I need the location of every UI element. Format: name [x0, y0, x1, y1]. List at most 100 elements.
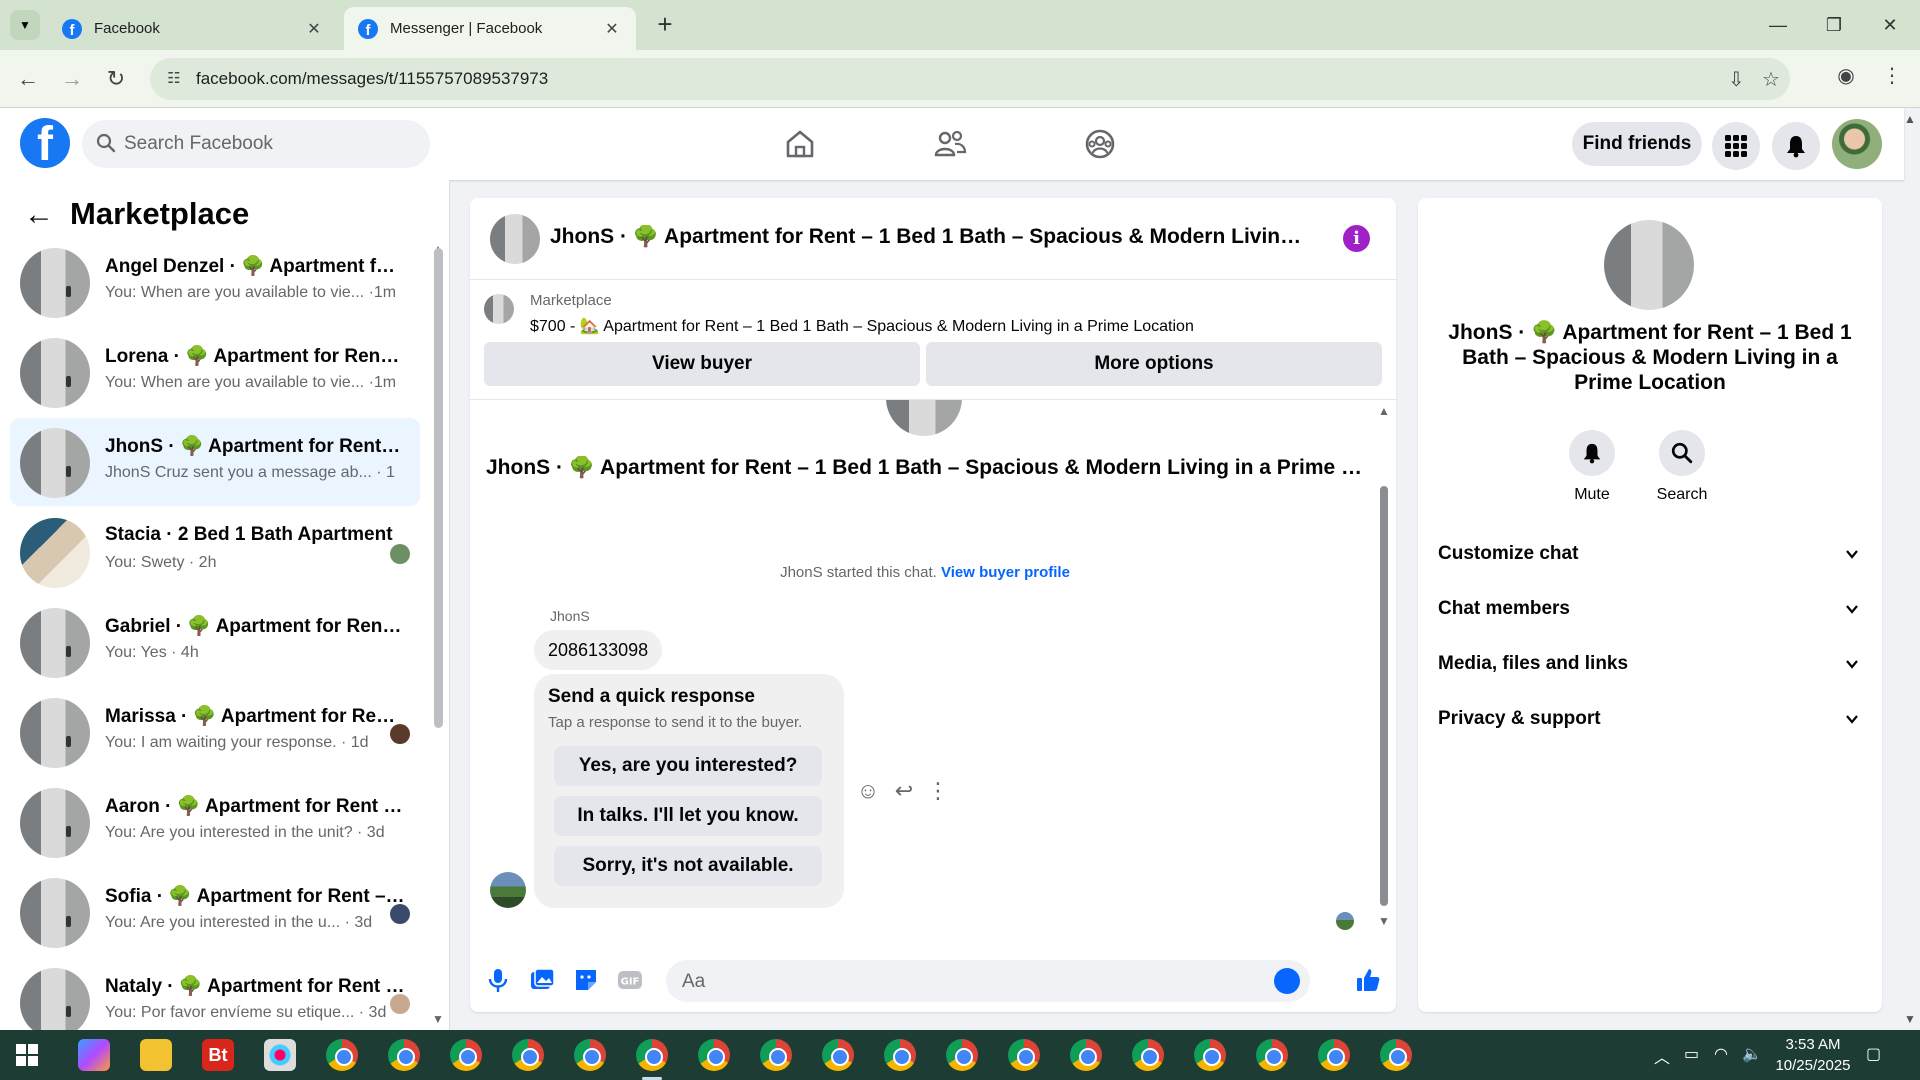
wifi-icon[interactable]: ◠: [1714, 1044, 1728, 1064]
conversation-item[interactable]: Aaron · 🌳 Apartment for Rent – 1 Bed 1 B…: [10, 778, 420, 866]
chrome-taskbar-icon[interactable]: [1380, 1039, 1412, 1071]
chrome-taskbar-icon[interactable]: [1256, 1039, 1288, 1071]
browser-tab-facebook[interactable]: f Facebook ✕: [48, 7, 338, 50]
page-scroll-up-arrow-icon[interactable]: ▲: [1904, 112, 1916, 126]
emoji-picker-icon[interactable]: [1274, 968, 1300, 994]
listing-description[interactable]: $700 - 🏡 Apartment for Rent – 1 Bed 1 Ba…: [530, 316, 1194, 336]
file-explorer-icon[interactable]: [140, 1039, 172, 1071]
chrome-taskbar-icon[interactable]: [450, 1039, 482, 1071]
chrome-taskbar-icon[interactable]: [760, 1039, 792, 1071]
facebook-logo[interactable]: f: [20, 118, 70, 168]
new-tab-button[interactable]: +: [650, 10, 680, 40]
scroll-down-arrow-icon[interactable]: ▼: [432, 1012, 444, 1026]
chrome-taskbar-icon[interactable]: [326, 1039, 358, 1071]
sender-avatar[interactable]: [490, 872, 526, 908]
photo-icon[interactable]: [528, 966, 556, 994]
chrome-taskbar-icon[interactable]: [698, 1039, 730, 1071]
back-arrow-icon[interactable]: ←: [12, 63, 44, 95]
chat-members-section[interactable]: Chat members: [1438, 589, 1862, 629]
sticker-icon[interactable]: [572, 966, 600, 994]
thumbs-up-like-icon[interactable]: [1354, 966, 1382, 994]
close-tab-icon[interactable]: ✕: [602, 19, 622, 39]
conversation-item[interactable]: Angel Denzel · 🌳 Apartment for Rent – 1 …: [10, 238, 420, 326]
find-friends-button[interactable]: Find friends: [1572, 122, 1702, 166]
friends-icon[interactable]: [928, 122, 972, 166]
mute-button[interactable]: Mute: [1552, 430, 1632, 504]
chrome-taskbar-icon[interactable]: [946, 1039, 978, 1071]
minimize-window-icon[interactable]: —: [1758, 10, 1798, 40]
url-text[interactable]: facebook.com/messages/t/1155757089537973: [196, 69, 548, 89]
bookmark-star-icon[interactable]: ☆: [1762, 67, 1780, 92]
customize-chat-section[interactable]: Customize chat: [1438, 534, 1862, 574]
quick-reply-yes-button[interactable]: Yes, are you interested?: [554, 746, 822, 786]
close-tab-icon[interactable]: ✕: [304, 19, 324, 39]
conversation-info-icon[interactable]: i: [1343, 225, 1370, 252]
home-icon[interactable]: [778, 122, 822, 166]
forward-arrow-icon[interactable]: →: [56, 63, 88, 95]
restore-window-icon[interactable]: ❐: [1814, 10, 1854, 40]
copilot-icon[interactable]: [78, 1039, 110, 1071]
search-in-conversation-button[interactable]: Search: [1642, 430, 1722, 504]
conversation-item[interactable]: Lorena · 🌳 Apartment for Rent – 1 Bed 1 …: [10, 328, 420, 416]
chrome-taskbar-icon[interactable]: [1070, 1039, 1102, 1071]
conversation-item[interactable]: Nataly · 🌳 Apartment for Rent – 1 Bed 1 …: [10, 958, 420, 1030]
chrome-taskbar-icon[interactable]: [574, 1039, 606, 1071]
install-app-icon[interactable]: ⇩: [1728, 67, 1745, 92]
gif-icon[interactable]: GIF: [616, 966, 644, 994]
quick-reply-not-available-button[interactable]: Sorry, it's not available.: [554, 846, 822, 886]
microphone-icon[interactable]: [484, 966, 512, 994]
tray-overflow-chevron-icon[interactable]: ︿: [1654, 1044, 1670, 1068]
scroll-down-arrow-icon[interactable]: ▼: [1378, 914, 1390, 928]
battery-icon[interactable]: ▭: [1684, 1044, 1699, 1064]
conversation-item[interactable]: Stacia · 2 Bed 1 Bath Apartment You: Swe…: [10, 508, 420, 596]
chrome-taskbar-icon[interactable]: [1008, 1039, 1040, 1071]
conversation-list-scrollbar[interactable]: [434, 248, 443, 728]
groups-icon[interactable]: [1078, 122, 1122, 166]
quick-reply-in-talks-button[interactable]: In talks. I'll let you know.: [554, 796, 822, 836]
paint-app-icon[interactable]: [264, 1039, 296, 1071]
site-info-icon[interactable]: ☷: [164, 69, 184, 89]
message-input[interactable]: Aa: [666, 960, 1310, 1002]
back-arrow-icon[interactable]: ←: [24, 198, 54, 232]
scroll-up-arrow-icon[interactable]: ▲: [1378, 404, 1390, 418]
close-window-icon[interactable]: ✕: [1870, 10, 1910, 40]
chrome-taskbar-icon[interactable]: [822, 1039, 854, 1071]
browser-menu-icon[interactable]: ⋮: [1876, 63, 1908, 88]
chrome-taskbar-icon[interactable]: [1194, 1039, 1226, 1071]
chat-header-title[interactable]: JhonS · 🌳 Apartment for Rent – 1 Bed 1 B…: [550, 225, 1310, 249]
browser-tab-messenger[interactable]: f Messenger | Facebook ✕: [344, 7, 636, 50]
bt-app-icon[interactable]: Bt: [202, 1039, 234, 1071]
search-facebook-input[interactable]: Search Facebook: [82, 120, 430, 168]
system-clock[interactable]: 3:53 AM 10/25/2025: [1768, 1034, 1858, 1076]
conversation-item-active[interactable]: JhonS · 🌳 Apartment for Rent – 1 Bed 1 B…: [10, 418, 420, 506]
view-buyer-button[interactable]: View buyer: [484, 342, 920, 386]
chrome-taskbar-icon[interactable]: [1318, 1039, 1350, 1071]
volume-icon[interactable]: 🔈: [1742, 1044, 1762, 1064]
thread-scrollbar[interactable]: [1380, 486, 1388, 906]
windows-start-icon[interactable]: [16, 1044, 38, 1066]
address-bar[interactable]: ☷ facebook.com/messages/t/11557570895379…: [150, 58, 1790, 100]
chrome-taskbar-icon[interactable]: [884, 1039, 916, 1071]
more-actions-icon[interactable]: ⋮: [924, 777, 952, 805]
page-scroll-down-arrow-icon[interactable]: ▼: [1904, 1012, 1916, 1026]
tab-search-chevron-icon[interactable]: ▼: [10, 10, 40, 40]
conversation-item[interactable]: Marissa · 🌳 Apartment for Rent – 1 Bed 1…: [10, 688, 420, 776]
conversation-item[interactable]: Gabriel · 🌳 Apartment for Rent – 1 Bed 1…: [10, 598, 420, 686]
message-bubble[interactable]: 2086133098: [534, 630, 663, 670]
chrome-taskbar-icon[interactable]: [512, 1039, 544, 1071]
view-buyer-profile-link[interactable]: View buyer profile: [941, 564, 1070, 581]
account-avatar[interactable]: [1832, 119, 1882, 169]
chrome-taskbar-icon[interactable]: [388, 1039, 420, 1071]
contact-avatar[interactable]: [1604, 220, 1694, 310]
chrome-taskbar-icon[interactable]: [1132, 1039, 1164, 1071]
react-emoji-icon[interactable]: ☺: [854, 777, 882, 805]
notification-center-icon[interactable]: ▢: [1866, 1044, 1881, 1064]
reply-arrow-icon[interactable]: ↩: [890, 777, 918, 805]
conversation-item[interactable]: Sofia · 🌳 Apartment for Rent – 1 Bed 1 B…: [10, 868, 420, 956]
media-files-links-section[interactable]: Media, files and links: [1438, 644, 1862, 684]
chat-header-avatar[interactable]: [490, 214, 540, 264]
chrome-taskbar-icon-active[interactable]: [636, 1039, 668, 1071]
profile-icon[interactable]: ◉: [1830, 63, 1862, 88]
notifications-bell-icon[interactable]: [1772, 122, 1820, 170]
privacy-support-section[interactable]: Privacy & support: [1438, 699, 1862, 739]
